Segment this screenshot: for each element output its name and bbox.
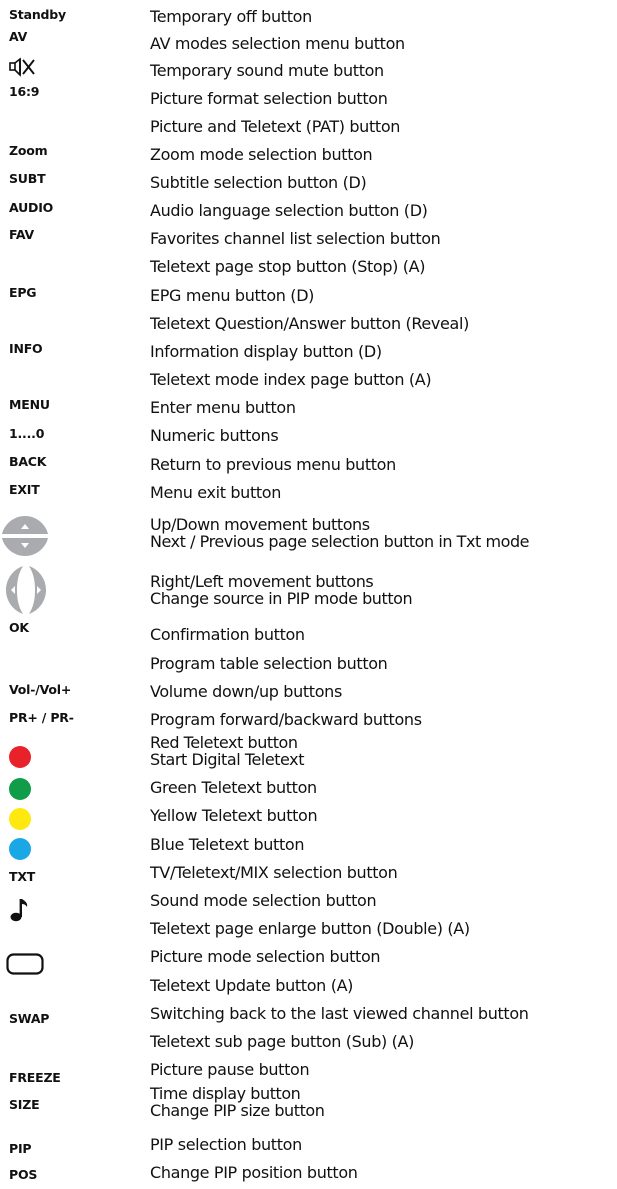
key-numeric: 1....0	[9, 426, 45, 441]
desc-updown: Up/Down movement buttons	[150, 515, 370, 534]
key-standby: Standby	[9, 7, 66, 22]
key-vol: Vol-/Vol+	[9, 682, 72, 697]
desc-update: Teletext Update button (A)	[150, 976, 354, 995]
yellow-button-icon	[9, 808, 31, 830]
desc-mute: Temporary sound mute button	[150, 61, 384, 80]
key-16-9: 16:9	[9, 84, 40, 99]
desc-numeric: Numeric buttons	[150, 426, 279, 445]
remote-button-reference: Standby AV 16:9 Zoom SUBT AUDIO FAV EPG …	[0, 0, 617, 1189]
desc-sound-mode: Sound mode selection button	[150, 891, 377, 910]
desc-leftright: Right/Left movement buttons	[150, 572, 374, 591]
key-pos: POS	[9, 1167, 38, 1182]
key-menu: MENU	[9, 397, 50, 412]
desc-vol: Volume down/up buttons	[150, 682, 342, 701]
desc-zoom: Zoom mode selection button	[150, 145, 373, 164]
desc-blue: Blue Teletext button	[150, 835, 305, 854]
desc-size-2: Change PIP size button	[150, 1101, 325, 1120]
desc-leftright-2: Change source in PIP mode button	[150, 589, 413, 608]
desc-reveal: Teletext Question/Answer button (Reveal)	[150, 314, 469, 333]
desc-ok: Confirmation button	[150, 625, 305, 644]
key-txt: TXT	[9, 869, 36, 884]
key-fav: FAV	[9, 227, 35, 242]
key-info: INFO	[9, 341, 43, 356]
desc-red: Red Teletext button	[150, 733, 298, 752]
music-note-icon	[10, 899, 28, 922]
key-swap: SWAP	[9, 1011, 50, 1026]
key-pr: PR+ / PR-	[9, 710, 74, 725]
up-down-arrows-icon	[2, 516, 48, 556]
key-size: SIZE	[9, 1097, 40, 1112]
desc-av: AV modes selection menu button	[150, 34, 405, 53]
key-epg: EPG	[9, 285, 37, 300]
desc-fav: Favorites channel list selection button	[150, 229, 441, 248]
red-button-icon	[9, 746, 31, 768]
desc-exit: Menu exit button	[150, 483, 282, 502]
desc-standby: Temporary off button	[150, 7, 312, 26]
key-exit: EXIT	[9, 482, 40, 497]
desc-sub: Teletext sub page button (Sub) (A)	[150, 1032, 415, 1051]
desc-double: Teletext page enlarge button (Double) (A…	[150, 919, 470, 938]
desc-back: Return to previous menu button	[150, 455, 396, 474]
key-pip: PIP	[9, 1141, 32, 1156]
desc-pip: PIP selection button	[150, 1135, 302, 1154]
desc-green: Green Teletext button	[150, 778, 317, 797]
desc-audio: Audio language selection button (D)	[150, 201, 428, 220]
key-zoom: Zoom	[9, 143, 48, 158]
desc-index: Teletext mode index page button (A)	[150, 370, 432, 389]
desc-txt: TV/Teletext/MIX selection button	[150, 863, 398, 882]
desc-16-9: Picture format selection button	[150, 89, 388, 108]
desc-swap: Switching back to the last viewed channe…	[150, 1004, 529, 1023]
desc-red-2: Start Digital Teletext	[150, 750, 305, 769]
desc-size: Time display button	[150, 1084, 301, 1103]
key-ok: OK	[9, 620, 29, 635]
desc-pr: Program forward/backward buttons	[150, 710, 422, 729]
green-button-icon	[9, 778, 31, 800]
desc-picture-mode: Picture mode selection button	[150, 947, 381, 966]
key-av: AV	[9, 29, 28, 44]
desc-pos: Change PIP position button	[150, 1163, 358, 1182]
left-right-arrows-icon	[6, 566, 46, 614]
desc-yellow: Yellow Teletext button	[150, 806, 318, 825]
blue-button-icon	[9, 838, 31, 860]
desc-pat: Picture and Teletext (PAT) button	[150, 117, 401, 136]
key-audio: AUDIO	[9, 200, 54, 215]
key-subt: SUBT	[9, 171, 46, 186]
desc-updown-2: Next / Previous page selection button in…	[150, 532, 530, 551]
desc-program-table: Program table selection button	[150, 654, 388, 673]
rounded-rectangle-icon	[6, 953, 44, 975]
desc-epg: EPG menu button (D)	[150, 286, 315, 305]
desc-stop: Teletext page stop button (Stop) (A)	[150, 257, 426, 276]
desc-subt: Subtitle selection button (D)	[150, 173, 367, 192]
desc-menu: Enter menu button	[150, 398, 296, 417]
key-back: BACK	[9, 454, 47, 469]
key-freeze: FREEZE	[9, 1070, 61, 1085]
desc-freeze: Picture pause button	[150, 1060, 310, 1079]
mute-speaker-icon	[9, 57, 35, 77]
desc-info: Information display button (D)	[150, 342, 382, 361]
